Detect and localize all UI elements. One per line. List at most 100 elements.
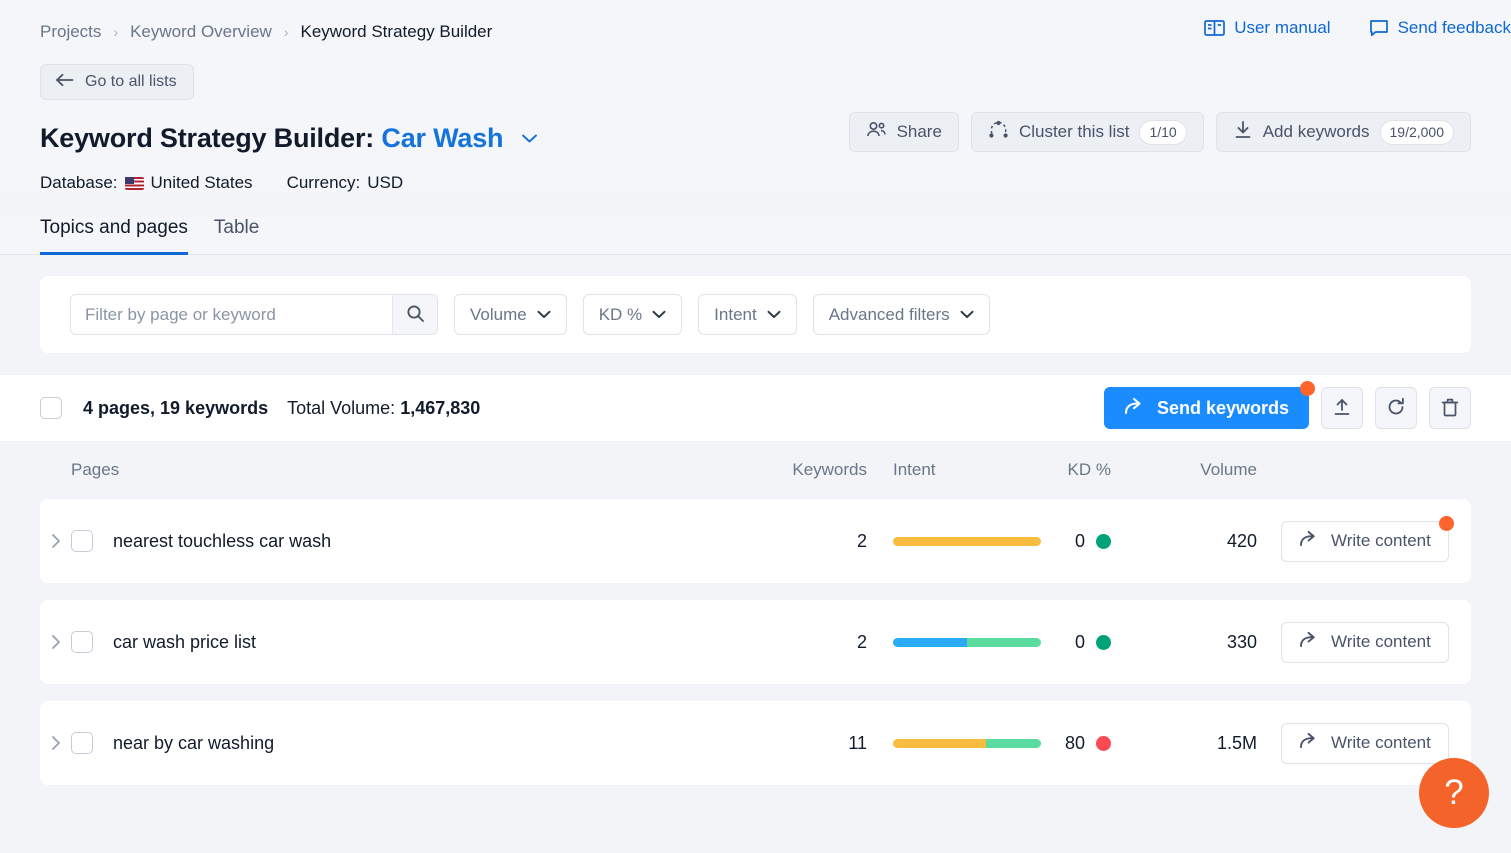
database-meta: Database: United States <box>40 173 253 193</box>
send-keywords-button[interactable]: Send keywords <box>1103 381 1315 429</box>
book-icon <box>1204 19 1226 37</box>
select-all-checkbox[interactable] <box>40 397 62 419</box>
database-value: United States <box>150 173 253 192</box>
users-icon <box>866 121 887 143</box>
help-button[interactable]: ? <box>1419 758 1489 828</box>
kd-filter-label: KD % <box>598 304 643 324</box>
chevron-down-icon <box>652 309 666 321</box>
total-volume-value: 1,467,830 <box>400 397 481 418</box>
table-row[interactable]: nearest touchless car wash 2 0 420 Write… <box>40 499 1471 583</box>
breadcrumb-separator-icon: › <box>113 24 119 40</box>
cluster-this-list-button[interactable]: Cluster this list 1/10 <box>970 112 1204 152</box>
cluster-icon <box>988 120 1009 145</box>
row-keywords-count: 11 <box>848 732 867 753</box>
breadcrumb-item-projects[interactable]: Projects <box>40 22 101 42</box>
app-root: Projects › Keyword Overview › Keyword St… <box>0 0 1511 853</box>
column-header-pages: Pages <box>71 460 120 479</box>
results-table: Pages Keywords Intent KD % Volume neares… <box>0 441 1511 785</box>
summary-total-volume: Total Volume: 1,467,830 <box>287 398 480 419</box>
share-button[interactable]: Share <box>848 112 959 152</box>
meta-row: Database: United States Currency: USD <box>40 173 1471 193</box>
write-content-button[interactable]: Write content <box>1281 621 1449 663</box>
table-row[interactable]: car wash price list 2 0 330 Write conten… <box>40 600 1471 684</box>
tab-table[interactable]: Table <box>214 217 259 255</box>
currency-label: Currency: <box>286 173 361 192</box>
write-content-button[interactable]: Write content <box>1281 515 1454 562</box>
title-row: Keyword Strategy Builder: Car Wash Share… <box>40 112 1471 158</box>
column-header-volume: Volume <box>1200 460 1257 479</box>
currency-meta: Currency: USD <box>287 173 404 193</box>
intent-filter-dropdown[interactable]: Intent <box>698 294 797 335</box>
chevron-down-icon <box>537 309 551 321</box>
send-feedback-link[interactable]: Send feedback <box>1369 18 1511 38</box>
row-actions-cell: Write content <box>1257 621 1471 663</box>
database-label: Database: <box>40 173 118 192</box>
us-flag-icon <box>124 176 144 190</box>
row-kd-cell: 80 <box>999 733 1117 754</box>
row-page-cell: near by car washing <box>40 732 749 754</box>
row-page-cell: nearest touchless car wash <box>40 530 749 552</box>
speech-bubble-icon <box>1369 19 1389 38</box>
add-keywords-button[interactable]: Add keywords 19/2,000 <box>1215 112 1471 152</box>
user-manual-link[interactable]: User manual <box>1204 18 1331 38</box>
row-page-name: nearest touchless car wash <box>113 530 332 551</box>
expand-row-chevron-icon[interactable] <box>40 634 71 650</box>
page-title-list-name[interactable]: Car Wash <box>381 123 503 153</box>
export-button[interactable] <box>1321 387 1363 429</box>
search-box <box>70 294 438 335</box>
row-kd-value: 0 <box>1074 530 1085 551</box>
row-checkbox[interactable] <box>71 631 93 653</box>
search-button[interactable] <box>392 295 437 334</box>
send-keywords-label: Send keywords <box>1156 397 1289 418</box>
write-content-label: Write content <box>1331 531 1431 550</box>
filters-zone: Volume KD % Intent Advanced filters <box>0 255 1511 375</box>
add-keywords-label: Add keywords <box>1262 122 1370 141</box>
advanced-filters-dropdown[interactable]: Advanced filters <box>812 294 990 335</box>
column-header-intent: Intent <box>893 460 936 479</box>
go-to-all-lists-button[interactable]: Go to all lists <box>40 64 194 100</box>
row-kd-value: 80 <box>1064 732 1085 753</box>
tab-topics-and-pages[interactable]: Topics and pages <box>40 217 188 255</box>
advanced-filters-label: Advanced filters <box>828 304 950 324</box>
search-icon <box>406 304 425 326</box>
table-row[interactable]: near by car washing 11 80 1.5M Write con… <box>40 701 1471 785</box>
add-keywords-count-badge: 19/2,000 <box>1379 119 1454 145</box>
row-intent-cell <box>867 637 1041 647</box>
row-checkbox[interactable] <box>71 530 93 552</box>
share-label: Share <box>896 122 942 141</box>
expand-row-chevron-icon[interactable] <box>40 533 71 549</box>
delete-button[interactable] <box>1429 387 1471 429</box>
chevron-down-icon <box>767 309 781 321</box>
page-title: Keyword Strategy Builder: Car Wash <box>40 120 538 154</box>
page-title-prefix: Keyword Strategy Builder: <box>40 123 375 153</box>
filters-card: Volume KD % Intent Advanced filters <box>40 276 1471 353</box>
header-zone: Projects › Keyword Overview › Keyword St… <box>0 0 1511 193</box>
row-intent-cell <box>867 738 1041 748</box>
header-links: User manual Send feedback <box>1204 18 1511 38</box>
row-checkbox[interactable] <box>71 732 93 754</box>
download-icon <box>1233 120 1253 145</box>
arrow-left-icon <box>55 73 74 92</box>
breadcrumb-item-keyword-overview[interactable]: Keyword Overview <box>130 22 272 42</box>
row-volume: 420 <box>1226 530 1257 551</box>
summary-counts: 4 pages, 19 keywords <box>83 397 269 418</box>
kd-filter-dropdown[interactable]: KD % <box>582 294 683 335</box>
row-keywords-count: 2 <box>856 631 867 652</box>
currency-value: USD <box>367 173 404 192</box>
send-feedback-label: Send feedback <box>1397 18 1511 37</box>
summary-bar: 4 pages, 19 keywords Total Volume: 1,467… <box>0 375 1511 441</box>
write-content-button[interactable]: Write content <box>1281 722 1449 764</box>
share-arrow-icon <box>1299 530 1319 552</box>
refresh-button[interactable] <box>1375 387 1417 429</box>
search-input[interactable] <box>71 295 392 334</box>
row-kd-cell: 0 <box>999 632 1117 653</box>
intent-filter-label: Intent <box>714 304 757 324</box>
row-kd-value: 0 <box>1074 631 1085 652</box>
row-actions-cell: Write content <box>1257 515 1471 562</box>
volume-filter-dropdown[interactable]: Volume <box>454 294 567 335</box>
write-content-label: Write content <box>1331 632 1431 651</box>
expand-row-chevron-icon[interactable] <box>40 735 71 751</box>
kd-status-dot-icon <box>1096 533 1111 549</box>
tab-bar: Topics and pages Table <box>0 217 1511 255</box>
chevron-down-icon[interactable] <box>521 120 538 151</box>
